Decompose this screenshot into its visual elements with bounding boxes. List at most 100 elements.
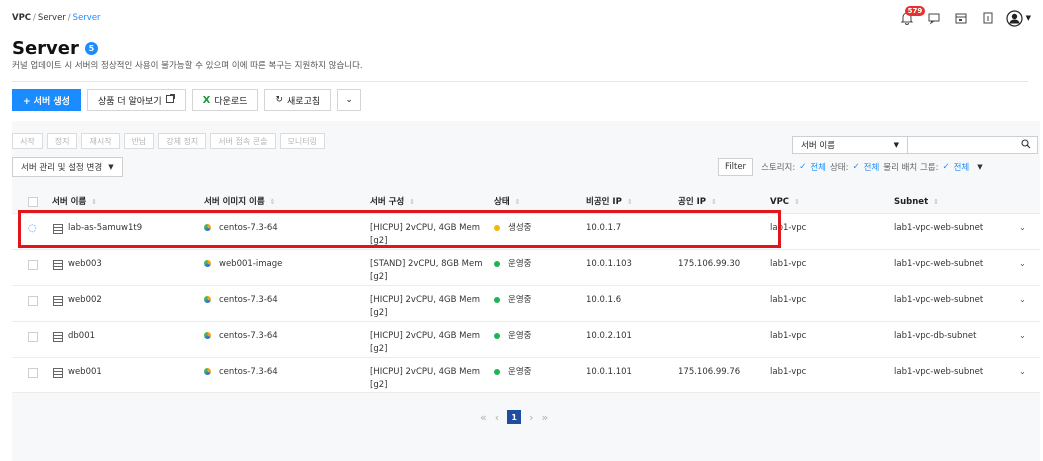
learn-more-button[interactable]: 상품 더 알아보기 [86,89,186,111]
server-icon [53,368,63,378]
row-status: 운영중 [494,330,531,343]
row-vpc: lab1-vpc [770,367,807,377]
manage-settings-dropdown[interactable]: 서버 관리 및 설정 변경 ▼ [12,157,123,177]
col-header-spec[interactable]: 서버 구성 ⇕ [370,196,415,209]
filter-button[interactable]: Filter [718,158,754,176]
monitoring-button[interactable]: 모니터링 [279,133,325,149]
create-server-button[interactable]: + 서버 생성 [12,89,81,111]
filter-status-label: 상태: [829,163,849,173]
col-header-private-ip[interactable]: 비공인 IP ⇕ [586,196,633,209]
last-page-icon[interactable]: » [542,411,549,424]
prev-page-icon[interactable]: ‹ [495,411,499,424]
filter-storage-value[interactable]: 전체 [810,161,826,173]
col-header-subnet[interactable]: Subnet ⇕ [894,196,939,209]
more-dropdown-button[interactable]: ⌄ [337,89,362,111]
highlight-box [18,210,781,248]
row-server-name[interactable]: web002 [68,294,102,307]
row-subnet: lab1-vpc-db-subnet [894,331,977,341]
filter-placement-label: 물리 배치 그룹: [883,163,939,173]
col-header-public-ip[interactable]: 공인 IP ⇕ [678,196,717,209]
expand-chevron-icon[interactable]: ⌄ [1019,259,1026,269]
row-status: 운영중 [494,294,531,307]
top-icons: 579 ▼ [898,6,1031,30]
row-spec: [HICPU] 2vCPU, 4GB Mem [g2] [370,367,481,390]
row-image: web001-image [204,258,282,271]
excel-icon: X [202,94,211,106]
row-private-ip: 10.0.1.101 [586,367,632,377]
pagination: « ‹ 1 › » [480,410,548,424]
row-subnet: lab1-vpc-web-subnet [894,367,984,377]
table-row[interactable]: web002 centos-7.3-64 [HICPU] 2vCPU, 4GB … [12,285,1040,321]
start-button[interactable]: 시작 [12,133,43,149]
notification-bell-icon[interactable]: 579 [898,6,926,27]
row-image: centos-7.3-64 [204,294,278,307]
table-row[interactable]: web001 centos-7.3-64 [HICPU] 2vCPU, 4GB … [12,357,1040,393]
table-row[interactable]: web003 web001-image [STAND] 2vCPU, 8GB M… [12,249,1040,285]
row-checkbox[interactable] [28,260,38,270]
row-checkbox[interactable] [28,332,38,342]
row-checkbox[interactable] [28,296,38,306]
breadcrumb-item-vpc[interactable]: VPC [12,13,31,23]
breadcrumb-item-server[interactable]: Server [38,13,66,23]
filter-storage-label: 스토리지: [761,163,796,173]
expand-chevron-icon[interactable]: ⌄ [1019,367,1026,377]
learn-more-label: 상품 더 알아보기 [97,96,162,107]
row-checkbox[interactable] [28,368,38,378]
select-all-checkbox[interactable] [28,197,38,207]
caret-down-icon: ▼ [108,163,114,171]
next-page-icon[interactable]: › [529,411,533,424]
table-row[interactable]: db001 centos-7.3-64 [HICPU] 2vCPU, 4GB M… [12,321,1040,357]
row-subnet: lab1-vpc-web-subnet [894,295,984,305]
col-header-vpc[interactable]: VPC ⇕ [770,196,800,209]
download-button[interactable]: X 다운로드 [191,89,259,111]
search-icon[interactable] [1021,138,1031,152]
action-buttons: 시작 정지 재시작 반납 강제 정지 서버 접속 콘솔 모니터링 [12,133,325,149]
document-info-icon[interactable] [979,9,997,27]
force-stop-button[interactable]: 강제 정지 [158,133,207,149]
first-page-icon[interactable]: « [480,411,487,424]
row-vpc: lab1-vpc [770,295,807,305]
status-dot-icon [494,260,500,267]
status-dot-icon [494,332,500,339]
row-server-name[interactable]: web001 [68,366,102,379]
os-icon [204,368,211,375]
check-icon: ✓ [852,162,860,172]
refresh-button[interactable]: ↻ 새로고침 [264,89,332,111]
stop-button[interactable]: 정지 [46,133,78,149]
expand-chevron-icon[interactable]: ⌄ [1019,331,1026,341]
page-title: Server 5 [12,38,98,59]
caret-down-icon: ▼ [893,141,899,149]
row-private-ip: 10.0.1.103 [586,259,632,269]
caret-down-icon[interactable]: ▼ [977,163,982,171]
calendar-icon[interactable] [952,9,970,27]
os-icon [204,260,211,267]
search-field-select[interactable]: 서버 이름 ▼ [792,136,908,154]
page-number-current[interactable]: 1 [507,410,522,424]
filter-status-value[interactable]: 전체 [864,161,880,173]
filter-placement-value[interactable]: 전체 [954,161,970,173]
toolbar: + 서버 생성 상품 더 알아보기 X 다운로드 ↻ 새로고침 ⌄ [12,89,362,111]
page-title-text: Server [12,38,79,59]
expand-chevron-icon[interactable]: ⌄ [1019,295,1026,305]
col-header-name[interactable]: 서버 이름 ⇕ [52,196,97,209]
restart-button[interactable]: 재시작 [81,133,120,149]
refresh-icon: ↻ [275,95,284,105]
return-button[interactable]: 반납 [123,133,155,149]
check-icon: ✓ [799,162,807,172]
status-dot-icon [494,296,500,303]
notification-count-badge: 579 [904,6,926,16]
breadcrumb: VPC / Server / Server [12,13,101,23]
expand-chevron-icon[interactable]: ⌄ [1019,223,1026,233]
user-menu[interactable]: ▼ [1006,9,1031,27]
search-input[interactable] [908,136,1038,154]
chat-icon[interactable] [925,9,943,27]
row-image: centos-7.3-64 [204,366,278,379]
col-header-status[interactable]: 상태 ⇕ [494,196,521,209]
download-label: 다운로드 [214,96,248,107]
col-header-image[interactable]: 서버 이미지 이름 ⇕ [204,196,276,209]
console-button[interactable]: 서버 접속 콘솔 [210,133,276,149]
avatar-icon [1006,9,1024,27]
row-spec: [HICPU] 2vCPU, 4GB Mem [g2] [370,295,481,318]
row-server-name[interactable]: db001 [68,330,95,343]
row-server-name[interactable]: web003 [68,258,102,271]
